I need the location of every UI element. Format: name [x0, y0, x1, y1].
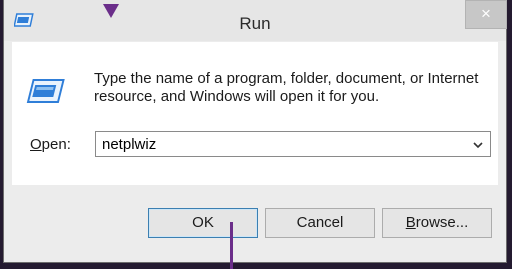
open-label-text: pen:	[41, 136, 71, 153]
run-icon	[26, 79, 65, 103]
browse-button[interactable]: Browse...	[382, 208, 492, 238]
browse-label: rowse...	[415, 214, 469, 231]
close-button[interactable]: ×	[465, 0, 507, 29]
dialog-content: Type the name of a program, folder, docu…	[12, 42, 498, 185]
cancel-button[interactable]: Cancel	[265, 208, 375, 238]
description-text: Type the name of a program, folder, docu…	[94, 70, 479, 105]
close-icon: ×	[481, 4, 491, 23]
chevron-down-icon[interactable]	[473, 141, 483, 149]
open-input[interactable]: netplwiz	[102, 136, 156, 153]
run-dialog: Run × Type the name of a program, folder…	[4, 0, 507, 262]
annotation-arrow-icon	[103, 4, 119, 18]
title-bar[interactable]: Run ×	[4, 0, 507, 41]
browse-accelerator: B	[405, 214, 416, 231]
open-label-accelerator: O	[30, 136, 42, 153]
open-label: Open:	[30, 136, 71, 153]
ok-button[interactable]: OK	[148, 208, 258, 238]
annotation-line	[230, 222, 233, 269]
open-combobox[interactable]: netplwiz	[95, 131, 491, 157]
window-title: Run	[239, 14, 271, 33]
